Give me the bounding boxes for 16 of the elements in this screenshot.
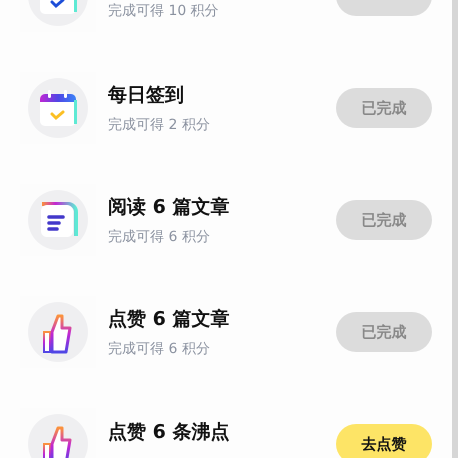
reward-text: 完成可得 2 积分 xyxy=(108,116,211,134)
reward-text: 完成可得 6 积分 xyxy=(108,228,211,246)
completed-button[interactable]: 已完成 xyxy=(336,88,432,128)
document-icon xyxy=(28,190,88,250)
reward-text: 完成可得 6 积分 xyxy=(108,340,211,358)
reward-text: 完成可得 10 积分 xyxy=(108,2,220,20)
task-title: 点赞 6 条沸点 xyxy=(108,420,230,444)
action-button[interactable]: 去点赞 xyxy=(336,424,432,458)
task-title: 每日签到 xyxy=(108,83,185,108)
task-title: 阅读 6 篇文章 xyxy=(108,195,230,220)
task-title: 点赞 6 篇文章 xyxy=(108,307,230,332)
scrollbar[interactable] xyxy=(452,0,458,458)
completed-button[interactable]: 已完成 xyxy=(336,312,432,352)
thumbs-up-icon xyxy=(28,302,88,362)
calendar-icon xyxy=(28,78,88,138)
completed-button[interactable]: 已完成 xyxy=(336,200,432,240)
